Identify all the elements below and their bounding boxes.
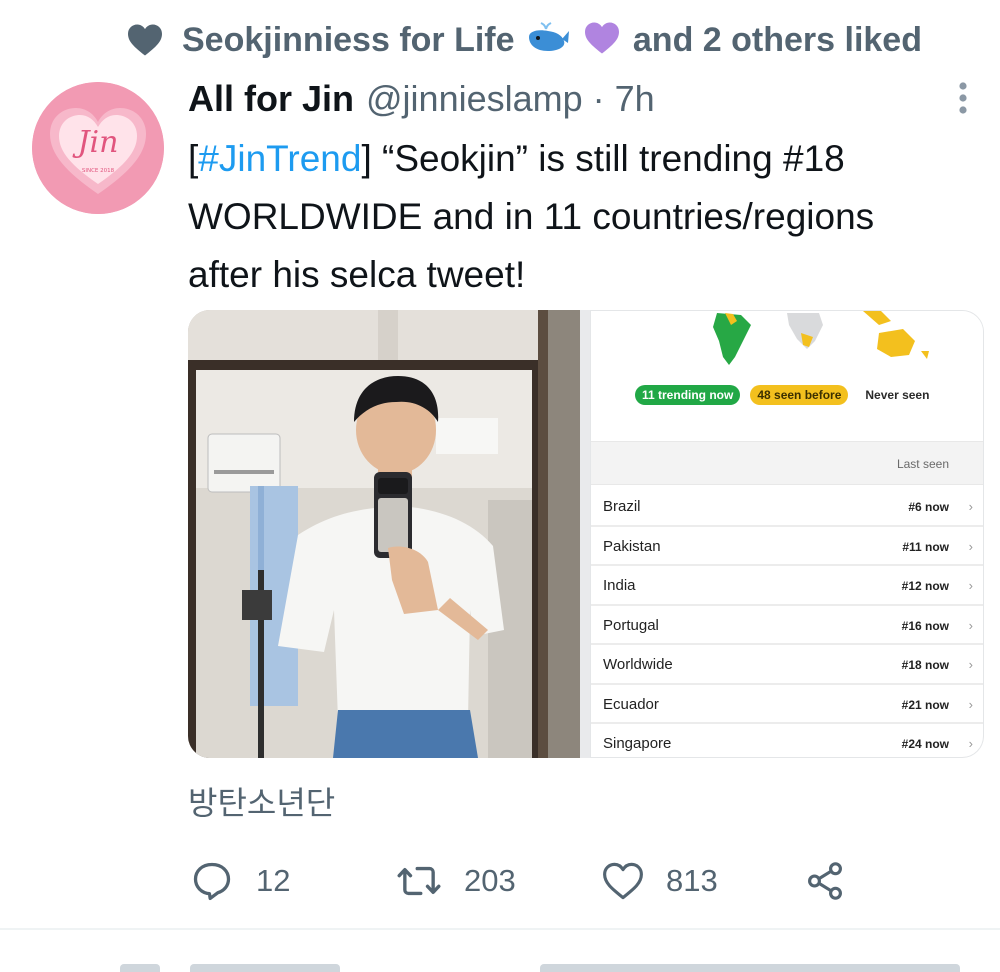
bracket-open: [ bbox=[188, 138, 199, 179]
legend-never-seen: Never seen bbox=[865, 388, 930, 402]
next-tweet-text-placeholder bbox=[190, 964, 340, 972]
whale-emoji bbox=[528, 21, 569, 51]
country-name: Pakistan bbox=[603, 537, 661, 555]
table-row: Brazil #6 now › bbox=[591, 487, 983, 527]
table-row: Singapore #24 now › bbox=[591, 724, 983, 757]
trend-table: Brazil #6 now › Pakistan #11 now › India… bbox=[591, 487, 983, 757]
tweet-text-line-3: after his selca tweet! bbox=[188, 254, 526, 295]
retweet-count: 203 bbox=[464, 863, 516, 898]
like-button[interactable]: 813 bbox=[602, 856, 718, 906]
next-tweet-icon-placeholder bbox=[120, 964, 160, 972]
reply-icon bbox=[193, 862, 231, 901]
heart-filled-icon bbox=[128, 24, 162, 56]
tweet-divider bbox=[0, 928, 1000, 930]
legend-seen-before: 48 seen before bbox=[750, 385, 849, 405]
social-context-suffix: and 2 others liked bbox=[632, 20, 922, 59]
trend-rank: #21 now bbox=[901, 697, 949, 712]
tweet-text-line-1: [#JinTrend] “Seokjin” is still trending … bbox=[188, 130, 988, 188]
country-name: Ecuador bbox=[603, 695, 659, 713]
tweet-text-line-1-rest: ] “Seokjin” is still trending #18 bbox=[361, 138, 845, 179]
chevron-right-icon: › bbox=[968, 617, 973, 633]
table-row: Ecuador #21 now › bbox=[591, 685, 983, 724]
table-row: Portugal #16 now › bbox=[591, 606, 983, 645]
trend-table-header: Last seen bbox=[591, 441, 983, 485]
tweet-header: All for Jin @jinnieslamp · 7h bbox=[188, 74, 655, 124]
tweet-text: [#JinTrend] “Seokjin” is still trending … bbox=[188, 130, 988, 304]
chevron-right-icon: › bbox=[968, 657, 973, 672]
table-row: Worldwide #18 now › bbox=[591, 645, 983, 685]
hashtag-link[interactable]: #JinTrend bbox=[198, 138, 361, 179]
retweet-button[interactable]: 203 bbox=[396, 856, 516, 906]
trend-world-map bbox=[591, 311, 983, 383]
display-name[interactable]: All for Jin bbox=[188, 78, 354, 120]
country-name: Brazil bbox=[603, 498, 641, 515]
country-name: India bbox=[603, 577, 636, 594]
separator-dot: · bbox=[592, 78, 605, 119]
tweet-media[interactable]: 11 trending now 48 seen before Never see… bbox=[188, 310, 984, 758]
chevron-right-icon: › bbox=[968, 696, 973, 712]
reply-button[interactable]: 12 bbox=[190, 856, 290, 906]
share-button[interactable] bbox=[804, 856, 846, 906]
tweet-text-line-2: WORLDWIDE and in 11 countries/regions bbox=[188, 196, 875, 237]
trend-screenshot[interactable]: 11 trending now 48 seen before Never see… bbox=[590, 310, 984, 758]
selfie-photo[interactable] bbox=[188, 310, 580, 758]
trend-rank: #16 now bbox=[901, 618, 949, 633]
avatar-text: Jin bbox=[72, 125, 119, 160]
user-handle[interactable]: @jinnieslamp bbox=[366, 78, 583, 120]
next-tweet-text-placeholder bbox=[540, 964, 960, 972]
reply-count: 12 bbox=[256, 863, 291, 898]
trend-rank: #6 now bbox=[908, 500, 949, 514]
country-name: Singapore bbox=[603, 735, 672, 752]
trend-legend: 11 trending now 48 seen before Never see… bbox=[635, 385, 936, 405]
timestamp[interactable]: 7h bbox=[615, 78, 655, 120]
chevron-right-icon: › bbox=[968, 499, 973, 514]
country-name: Portugal bbox=[603, 616, 659, 634]
chevron-right-icon: › bbox=[968, 578, 973, 593]
social-context-prefix[interactable]: Seokjinniess for Life bbox=[182, 21, 515, 59]
retweet-icon bbox=[397, 866, 441, 896]
trend-rank: #11 now bbox=[902, 539, 949, 554]
table-row: India #12 now › bbox=[591, 566, 983, 606]
purple-heart-emoji bbox=[585, 22, 620, 53]
chevron-right-icon: › bbox=[968, 538, 973, 554]
next-tweet-peek bbox=[120, 958, 1000, 972]
legend-trending-now: 11 trending now bbox=[635, 385, 741, 405]
column-header-last-seen: Last seen bbox=[896, 457, 949, 471]
heart-outline-icon bbox=[603, 862, 643, 900]
share-icon bbox=[808, 862, 842, 900]
avatar-subtext: SINCE 2018 bbox=[82, 168, 115, 174]
like-count: 813 bbox=[666, 863, 718, 898]
avatar[interactable]: Jin SINCE 2018 bbox=[32, 82, 164, 214]
more-options-icon[interactable] bbox=[948, 80, 978, 116]
translation-hint[interactable]: 방탄소년단 bbox=[188, 778, 335, 824]
social-context[interactable]: Seokjinniess for Life and 2 others liked bbox=[126, 18, 922, 62]
table-row: Pakistan #11 now › bbox=[591, 527, 983, 566]
trend-rank: #24 now bbox=[901, 737, 949, 751]
country-name: Worldwide bbox=[603, 656, 673, 673]
tweet-actions: 12 203 813 bbox=[190, 856, 890, 906]
selfie-photo-illustration bbox=[188, 310, 580, 758]
trend-rank: #12 now bbox=[901, 579, 949, 593]
chevron-right-icon: › bbox=[968, 736, 973, 751]
trend-rank: #18 now bbox=[901, 658, 949, 672]
avatar-logo: Jin SINCE 2018 bbox=[32, 82, 164, 214]
